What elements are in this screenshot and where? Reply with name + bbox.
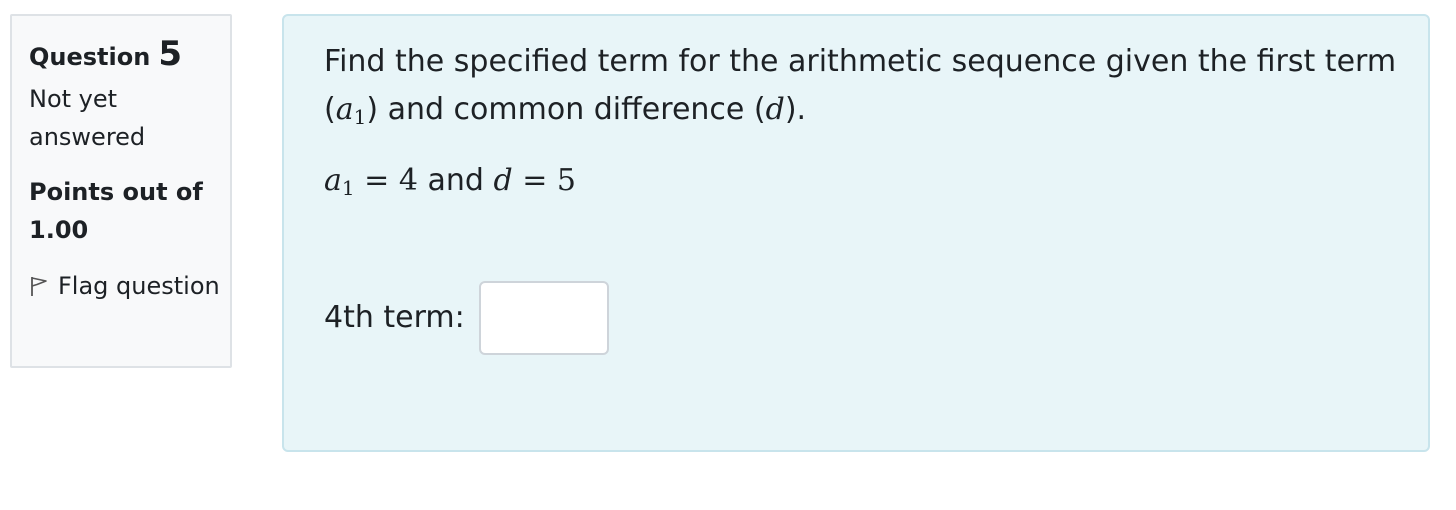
question-state: Not yet answered [29, 85, 146, 151]
answer-row: 4th term: [324, 281, 609, 355]
given-d-value: = 5 [522, 163, 576, 198]
flag-question-link[interactable]: Flag question [29, 267, 230, 305]
a-symbol: a [335, 92, 354, 127]
given-a-subscript: 1 [341, 176, 355, 200]
flag-question-label: Flag question [58, 272, 220, 300]
a-subscript: 1 [353, 105, 367, 129]
question-word: Question [29, 43, 151, 71]
given-a-symbol: a [324, 163, 342, 198]
d-symbol: d [765, 92, 785, 127]
question-info-panel: Question 5 Not yet answered Points out of… [10, 14, 232, 368]
question-text: Find the specified term for the arithmet… [324, 38, 1408, 141]
question-text-part3: ). [784, 92, 807, 127]
answer-label: 4th term: [324, 300, 465, 335]
given-d-symbol: d [493, 163, 513, 198]
given-values: a1 = 4 and d = 5 [324, 157, 1408, 212]
question-number: 5 [158, 34, 182, 74]
given-a-value: = 4 [364, 163, 418, 198]
question-content-panel: Find the specified term for the arithmet… [282, 14, 1430, 452]
question-text-part2: ) and common difference ( [366, 92, 766, 127]
answer-input[interactable] [478, 281, 609, 355]
flag-outline-icon [29, 270, 49, 296]
question-grade: Points out of 1.00 [29, 178, 203, 244]
given-and: and [417, 163, 494, 198]
question-number-heading: Question 5 [29, 32, 230, 76]
